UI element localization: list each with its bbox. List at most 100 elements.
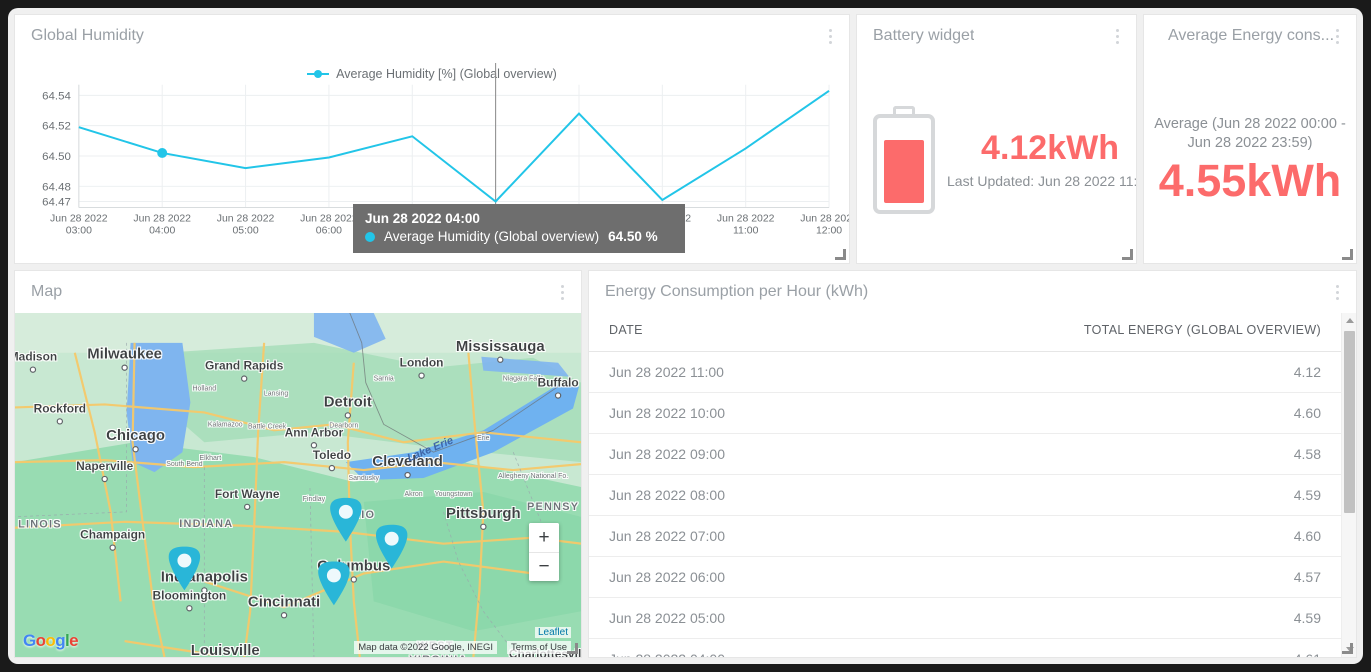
- zoom-out-button[interactable]: −: [529, 552, 559, 581]
- cell-date: Jun 28 2022 07:00: [589, 515, 860, 557]
- battery-body: 4.12kWh Last Updated: Jun 28 2022 11:00: [857, 57, 1136, 263]
- map-city-dot: [418, 372, 425, 379]
- cell-total-energy: 4.58: [859, 433, 1341, 475]
- terms-of-use-link[interactable]: Terms of Use: [507, 641, 571, 654]
- map-city-label: Chicago: [106, 427, 165, 444]
- scroll-up-arrow-icon[interactable]: [1342, 313, 1356, 328]
- column-header-date[interactable]: DATE: [589, 313, 860, 352]
- map-state-label: LINOIS: [18, 519, 62, 531]
- kebab-menu-icon[interactable]: [821, 25, 839, 47]
- average-range-label: Average (Jun 28 2022 00:00 - Jun 28 2022…: [1154, 115, 1346, 152]
- dashboard-canvas: Global Humidity Average Humidity [%] (Gl…: [8, 8, 1363, 664]
- map-small-label: Kalamazoo: [208, 421, 243, 428]
- x-axis-tick-label: 06:00: [316, 225, 342, 236]
- average-body: Average (Jun 28 2022 00:00 - Jun 28 2022…: [1144, 57, 1356, 263]
- map-state-label: INDIANA: [179, 518, 233, 530]
- table-row[interactable]: Jun 28 2022 06:00 4.57: [589, 556, 1341, 598]
- table-scrollbar[interactable]: [1341, 313, 1356, 657]
- x-axis-tick-label: 05:00: [232, 225, 258, 236]
- map-city-dot: [186, 605, 193, 612]
- map-state-label: PENNSY: [527, 501, 579, 513]
- table-row[interactable]: Jun 28 2022 09:00 4.58: [589, 433, 1341, 475]
- cell-date: Jun 28 2022 06:00: [589, 556, 860, 598]
- table-body: DATE TOTAL ENERGY (GLOBAL OVERVIEW) Jun …: [589, 313, 1356, 657]
- map-city-label: Fort Wayne: [215, 487, 280, 501]
- table-row[interactable]: Jun 28 2022 08:00 4.59: [589, 474, 1341, 516]
- map-city-dot: [29, 366, 37, 373]
- page-title: Global Humidity: [31, 27, 144, 44]
- map-small-label: Erie: [477, 435, 490, 442]
- x-axis-tick-label: Jun 28 2022: [300, 213, 358, 224]
- table-row[interactable]: Jun 28 2022 04:004.61: [589, 638, 1341, 657]
- zoom-in-button[interactable]: +: [529, 523, 559, 552]
- column-header-total-energy[interactable]: TOTAL ENERGY (GLOBAL OVERVIEW): [859, 313, 1341, 352]
- cell-total-energy: 4.61: [859, 638, 1341, 657]
- map-small-label: Battle Creek: [248, 423, 287, 430]
- widget-global-humidity: Global Humidity Average Humidity [%] (Gl…: [14, 14, 850, 264]
- cell-total-energy: 4.60: [859, 515, 1341, 557]
- table-row[interactable]: Jun 28 2022 05:00 4.59: [589, 597, 1341, 639]
- table-row[interactable]: Jun 28 2022 11:00 4.12: [589, 351, 1341, 393]
- widget-average-energy: Average Energy cons... Average (Jun 28 2…: [1143, 14, 1357, 264]
- kebab-menu-icon[interactable]: [1108, 25, 1126, 47]
- map-city-dot: [344, 412, 352, 419]
- map-city-label: Toledo: [313, 448, 351, 462]
- map-city-label: Grand Rapids: [205, 359, 284, 373]
- x-axis-tick-label: 03:00: [66, 225, 92, 236]
- x-axis-tick-label: 04:00: [149, 225, 175, 236]
- y-axis-tick-label: 64.47: [42, 196, 71, 208]
- battery-icon: [873, 106, 935, 214]
- map-canvas[interactable]: OHIOPENNSYINDIANALINOISWESTVIRGINIAHolla…: [15, 313, 581, 657]
- scrollbar-thumb[interactable]: [1344, 331, 1355, 513]
- table-row[interactable]: Jun 28 2022 10:00 4.60: [589, 392, 1341, 434]
- leaflet-link[interactable]: Leaflet: [534, 627, 571, 638]
- map-zoom-controls[interactable]: + −: [529, 523, 559, 581]
- y-axis-tick-label: 64.48: [42, 181, 71, 193]
- battery-fill-level: [884, 140, 924, 203]
- map-small-label: Elkhart: [199, 455, 221, 462]
- resize-handle[interactable]: [567, 643, 578, 654]
- y-axis-tick-label: 64.54: [42, 90, 71, 102]
- tooltip-series-row: Average Humidity (Global overview) 64.50…: [365, 229, 673, 244]
- google-logo: Google: [23, 631, 79, 650]
- map-city-label: Milwaukee: [87, 346, 162, 363]
- resize-handle[interactable]: [835, 249, 846, 260]
- map-city-dot: [132, 446, 139, 453]
- map-small-label: Sarnia: [374, 376, 394, 383]
- chart-series-line: [78, 89, 830, 203]
- kebab-menu-icon[interactable]: [1328, 281, 1346, 303]
- map-city-dot: [121, 364, 128, 371]
- tooltip-time: Jun 28 2022 04:00: [365, 211, 480, 226]
- resize-handle[interactable]: [1342, 643, 1353, 654]
- map-city-label: London: [400, 356, 444, 370]
- table-header-row: DATE TOTAL ENERGY (GLOBAL OVERVIEW): [589, 313, 1341, 352]
- map-city-label: Rockford: [34, 401, 86, 415]
- resize-handle[interactable]: [1122, 249, 1133, 260]
- map-city-label: Ann Arbor: [285, 425, 344, 439]
- cell-total-energy: 4.57: [859, 556, 1341, 598]
- map-city-label: Champaign: [80, 528, 145, 542]
- map-city-dot: [101, 475, 108, 483]
- kebab-menu-icon[interactable]: [1328, 25, 1346, 47]
- map-small-label: South Bend: [166, 461, 203, 468]
- map-city-label: Naperville: [76, 459, 133, 473]
- map-attribution: Map data ©2022 Google, INEGI: [354, 641, 497, 654]
- table-row[interactable]: Jun 28 2022 07:00 4.60: [589, 515, 1341, 557]
- battery-last-updated: Last Updated: Jun 28 2022 11:00: [947, 172, 1137, 189]
- map-city-dot: [328, 464, 336, 472]
- x-axis-tick-label: Jun 28 2022: [133, 213, 191, 224]
- widget-header: Energy Consumption per Hour (kWh): [589, 271, 1356, 313]
- map-city-label: Pittsburgh: [446, 505, 521, 522]
- map-city-label: Mississauga: [456, 338, 546, 355]
- widget-energy-table: Energy Consumption per Hour (kWh) DATE T…: [588, 270, 1357, 658]
- resize-handle[interactable]: [1342, 249, 1353, 260]
- map-city-dot: [350, 576, 357, 583]
- average-widget-title: Average Energy cons...: [1167, 27, 1335, 44]
- map-city-dot: [243, 503, 251, 511]
- app-window: Global Humidity Average Humidity [%] (Gl…: [8, 8, 1363, 664]
- cell-date: Jun 28 2022 05:00: [589, 597, 860, 639]
- map-widget-title: Map: [31, 283, 63, 300]
- y-axis-tick-label: 64.52: [42, 121, 71, 133]
- y-axis-tick-label: 64.50: [42, 151, 71, 163]
- kebab-menu-icon[interactable]: [553, 281, 571, 303]
